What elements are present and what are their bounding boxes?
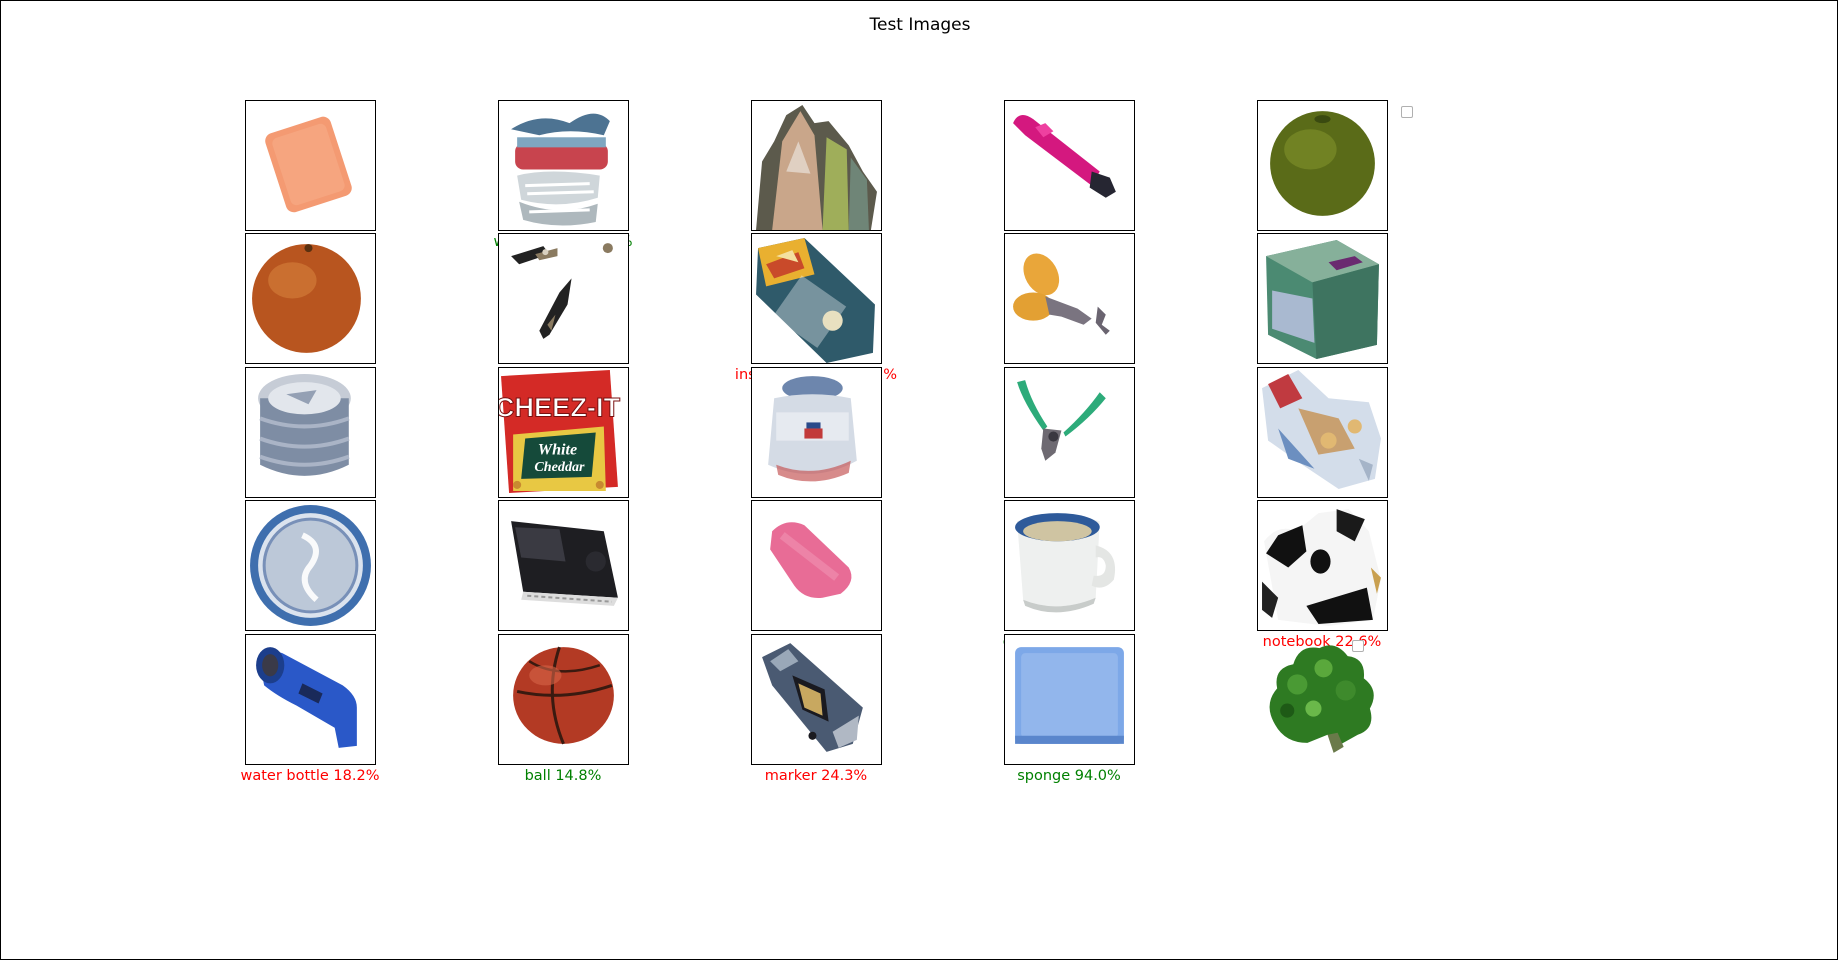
prediction-label: sponge 94.0%	[1017, 768, 1121, 784]
pliers-fragments-image	[511, 243, 613, 339]
thumbnail-pliers-fragments	[498, 233, 629, 364]
cheezit-box-image: CHEEZ-IT WhiteCheddar	[499, 370, 621, 493]
blue-sponge-image	[1015, 647, 1124, 744]
thumbnail-green-apple	[1257, 100, 1388, 231]
figure-canvas: Test Images sponge 77.1%water bottle 47.…	[0, 0, 1838, 960]
image-cell: water bottle 18.2%	[180, 634, 440, 794]
thumbnail-blue-sponge	[1004, 634, 1135, 765]
prediction-label: marker 24.3%	[764, 768, 868, 784]
green-food-box-image	[1266, 240, 1379, 359]
thumbnail-food-bag	[751, 100, 882, 231]
noodle-box-image	[756, 238, 875, 363]
blue-flashlight-image	[256, 647, 357, 748]
prediction-label: water bottle 18.2%	[240, 768, 380, 784]
thumbnail-cheezit-box: CHEEZ-IT White Cheddar	[498, 367, 629, 498]
basketball-image	[513, 646, 614, 745]
thumbnail-blue-plate	[245, 500, 376, 631]
green-pliers-image	[1017, 380, 1106, 461]
prediction-label: ball 14.8%	[524, 768, 602, 784]
chip-bag-image	[1262, 370, 1381, 489]
coffee-mug-image	[1015, 513, 1116, 613]
thumbnail-black-white-notebook	[1257, 500, 1388, 631]
shampoo-bottle-image	[768, 376, 857, 482]
orange-fruit-image	[252, 244, 361, 353]
crushed-water-bottle-image	[511, 113, 610, 226]
thumbnail-flip-phone	[751, 634, 882, 765]
thumbnail-magenta-marker	[1004, 100, 1135, 231]
thumbnail-orange-stapler	[1004, 233, 1135, 364]
figure-title: Test Images	[869, 15, 971, 35]
orange-stapler-image	[1013, 253, 1110, 335]
thumbnail-green-pliers	[1004, 367, 1135, 498]
orange-sponge-image	[265, 116, 352, 213]
checkbox-icon	[1401, 106, 1413, 118]
green-apple-image	[1270, 111, 1375, 216]
flip-phone-image	[762, 643, 863, 752]
thumbnail-crushed-water-bottle	[498, 100, 629, 231]
thumbnail-pink-eraser	[751, 500, 882, 631]
blue-plate-image	[250, 505, 371, 626]
thumbnail-orange-sponge	[245, 100, 376, 231]
black-camera-image	[511, 521, 618, 606]
image-cell: ball 14.8%	[433, 634, 693, 794]
thumbnail-noodle-box	[751, 233, 882, 364]
thumbnail-blue-flashlight	[245, 634, 376, 765]
thumbnail-basketball	[498, 634, 629, 765]
thumbnail-foil-food-cup	[245, 367, 376, 498]
food-bag-image	[756, 105, 877, 230]
image-cell: sponge 94.0%	[939, 634, 1199, 794]
checkbox-icon	[1352, 640, 1364, 652]
thumbnail-orange-fruit	[245, 233, 376, 364]
foil-food-cup-image	[258, 374, 351, 476]
magenta-marker-image	[1013, 114, 1116, 198]
pink-eraser-image	[770, 522, 852, 599]
thumbnail-coffee-mug	[1004, 500, 1135, 631]
broccoli-image	[1269, 645, 1374, 753]
svg-text:White: White	[538, 442, 577, 459]
thumbnail-chip-bag	[1257, 367, 1388, 498]
thumbnail-black-camera	[498, 500, 629, 631]
image-cell	[1192, 634, 1452, 794]
thumbnail-broccoli	[1257, 634, 1386, 763]
black-white-notebook-image	[1262, 509, 1381, 626]
svg-text:Cheddar: Cheddar	[534, 459, 585, 475]
thumbnail-shampoo-bottle	[751, 367, 882, 498]
thumbnail-green-food-box	[1257, 233, 1388, 364]
image-cell: marker 24.3%	[686, 634, 946, 794]
svg-text:CHEEZ-IT: CHEEZ-IT	[499, 391, 621, 422]
